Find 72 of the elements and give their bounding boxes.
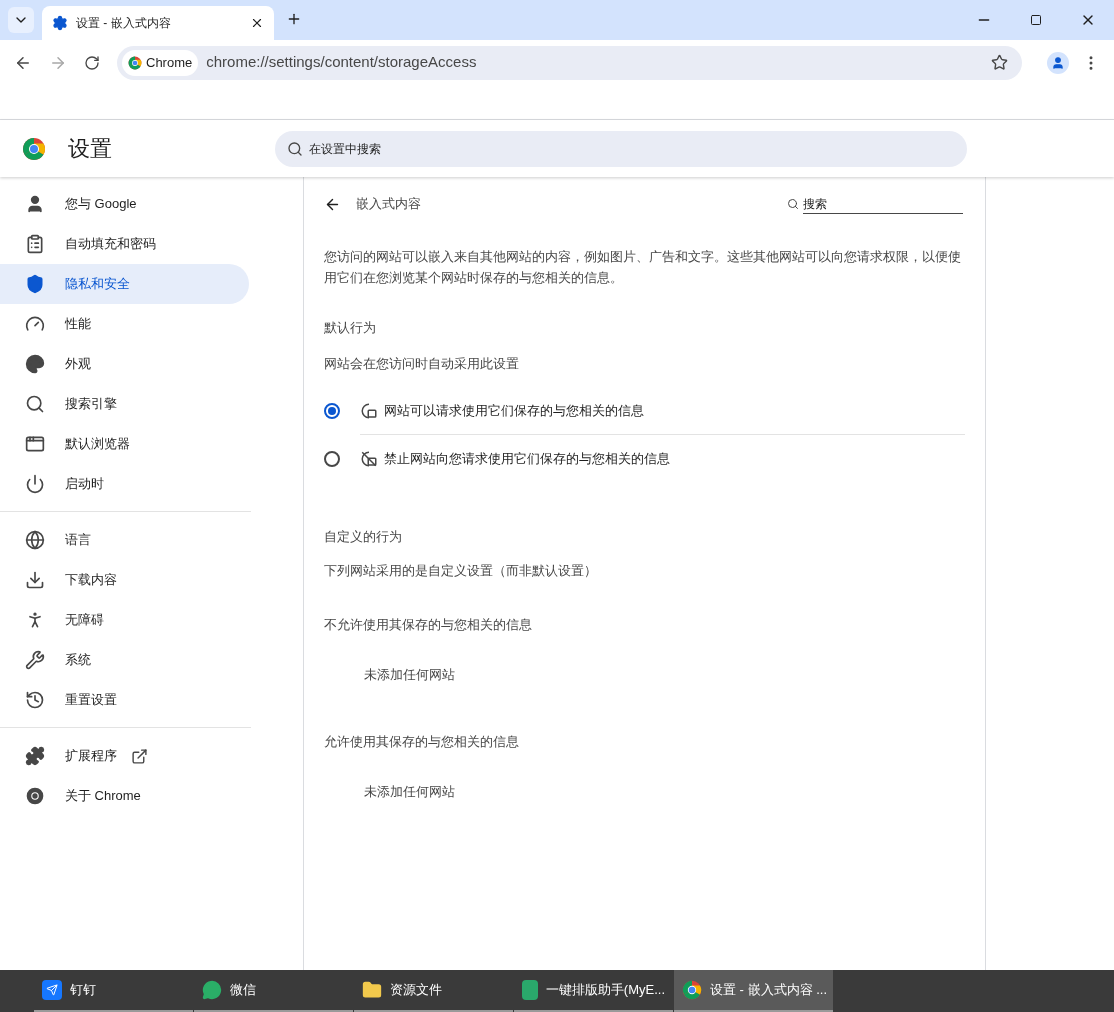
profile-avatar[interactable] [1047,51,1069,74]
chrome-icon [25,786,45,806]
radio-button[interactable] [324,403,340,419]
sidebar-item[interactable]: 下载内容 [0,560,249,600]
shield-icon [25,274,45,294]
reload-icon[interactable] [84,54,100,71]
taskbar-button[interactable]: 设置 - 嵌入式内容 ... [674,970,833,1012]
content-search-field[interactable]: 搜索 [803,194,963,214]
wrench-icon [25,650,45,670]
blocked-content-icon [360,450,378,468]
empty-list-text: 未添加任何网站 [364,782,456,801]
chrome-logo-icon [22,136,46,161]
clipboard-icon [25,234,45,254]
url-text: chrome://settings/content/storageAccess [206,52,478,73]
chrome-icon [128,55,142,70]
sidebar-item[interactable]: 无障碍 [0,600,249,640]
section-heading: 默认行为 [324,319,377,337]
gauge-icon [25,314,45,334]
search-icon [787,198,799,210]
sidebar-item[interactable]: 系统 [0,640,249,680]
section-subtitle: 网站会在您访问时自动采用此设置 [324,354,520,373]
browser-window-icon [25,434,45,454]
tab-title: 设置 - 嵌入式内容 [76,15,172,32]
sidebar-item[interactable]: 性能 [0,304,249,344]
sidebar-item[interactable]: 关于 Chrome [0,776,249,816]
app-icon [522,980,538,1000]
sidebar-item[interactable]: 默认浏览器 [0,424,249,464]
sidebar-item[interactable]: 隐私和安全 [0,264,249,304]
palette-icon [25,354,45,374]
radio-label: 网站可以请求使用它们保存的与您相关的信息 [384,401,644,420]
radio-button[interactable] [324,451,340,467]
sidebar-item[interactable]: 搜索引擎 [0,384,249,424]
settings-search-field[interactable]: 在设置中搜索 [275,130,967,167]
globe-icon [25,530,45,550]
sidebar-item[interactable]: 启动时 [0,464,249,504]
settings-icon [52,15,68,31]
page-title: 嵌入式内容 [356,195,422,214]
sidebar-item[interactable]: 自动填充和密码 [0,224,249,264]
site-chip[interactable]: Chrome [122,49,199,76]
history-icon [25,690,45,710]
sidebar-item[interactable]: 重置设置 [0,680,249,720]
chrome-logo-icon [682,980,702,1000]
section-heading: 自定义的行为 [324,528,403,546]
folder-icon [362,980,382,1000]
settings-title: 设置 [68,135,113,163]
radio-label: 禁止网站向您请求使用它们保存的与您相关的信息 [384,450,670,469]
app-icon [42,980,62,1000]
sidebar-item[interactable]: 外观 [0,344,249,384]
chat-bubble-icon [202,980,222,1000]
power-icon [25,474,45,494]
sidebar-item[interactable]: 您与 Google [0,184,249,224]
search-icon [287,140,303,157]
description-text: 您访问的网站可以嵌入来自其他网站的内容，例如图片、广告和文字。这些其他网站可以向您请求权限，以便使用它们在您浏览某个网站时保存的与您相关的信息。 [324,248,962,287]
tab-search-button[interactable] [8,7,34,33]
new-tab-icon[interactable] [286,11,302,27]
bookmark-star-icon[interactable] [991,54,1008,71]
embedded-content-icon [360,401,378,420]
empty-list-text: 未添加任何网站 [364,665,456,684]
browser-tab[interactable]: 设置 - 嵌入式内容 [42,6,274,40]
list-heading: 允许使用其保存的与您相关的信息 [324,733,520,751]
sidebar-item[interactable]: 语言 [0,520,249,560]
person-icon [25,194,45,214]
list-heading: 不允许使用其保存的与您相关的信息 [324,616,533,634]
search-icon [25,394,45,414]
section-subtitle: 下列网站采用的是自定义设置（而非默认设置） [324,561,598,580]
sidebar-item[interactable]: 扩展程序 [0,736,249,776]
maximize-icon[interactable] [1030,14,1042,26]
external-link-icon [131,747,148,765]
puzzle-icon [25,746,45,766]
address-bar[interactable]: Chrome chrome://settings/content/storageAccess [117,45,1022,80]
download-icon [25,570,45,590]
close-icon[interactable] [250,16,264,30]
